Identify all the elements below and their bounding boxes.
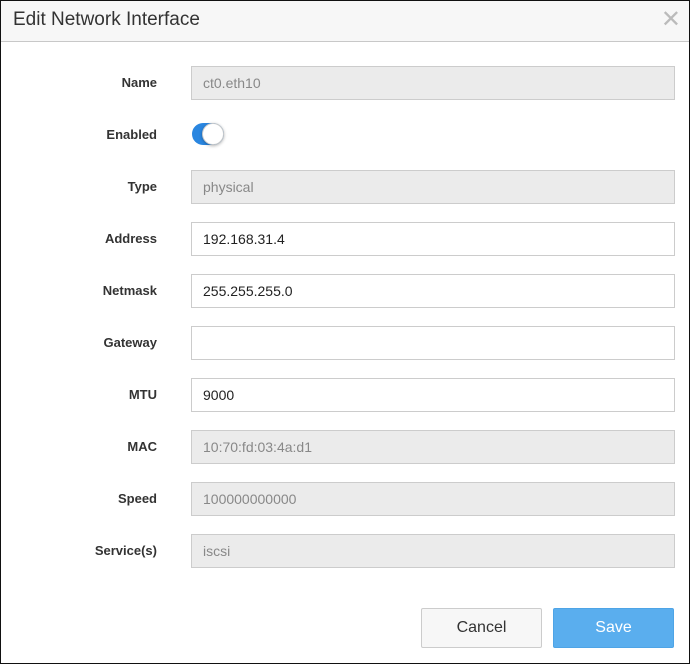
mtu-input[interactable] xyxy=(191,378,675,412)
type-row: Type physical xyxy=(1,170,689,204)
cancel-button[interactable]: Cancel xyxy=(421,608,542,648)
netmask-row: Netmask xyxy=(1,274,689,308)
mac-row: MAC 10:70:fd:03:4a:d1 xyxy=(1,430,689,464)
close-icon[interactable]: ✕ xyxy=(661,7,681,33)
gateway-label: Gateway xyxy=(103,335,157,350)
edit-network-interface-dialog: Edit Network Interface ✕ Name ct0.eth10 … xyxy=(0,0,690,664)
name-field: ct0.eth10 xyxy=(191,66,675,100)
mtu-label: MTU xyxy=(128,387,157,402)
speed-label: Speed xyxy=(117,491,157,506)
type-field: physical xyxy=(191,170,675,204)
toggle-knob xyxy=(202,123,224,145)
netmask-label: Netmask xyxy=(102,283,157,298)
address-row: Address xyxy=(1,222,689,256)
type-label: Type xyxy=(127,179,157,194)
services-row: Service(s) iscsi xyxy=(1,534,689,568)
gateway-input[interactable] xyxy=(191,326,675,360)
name-row: Name ct0.eth10 xyxy=(1,66,689,100)
gateway-row: Gateway xyxy=(1,326,689,360)
services-field: iscsi xyxy=(191,534,675,568)
save-button[interactable]: Save xyxy=(553,608,674,648)
address-label: Address xyxy=(104,231,157,246)
address-input[interactable] xyxy=(191,222,675,256)
enabled-toggle[interactable] xyxy=(192,123,224,145)
netmask-input[interactable] xyxy=(191,274,675,308)
name-label: Name xyxy=(121,75,157,90)
enabled-label: Enabled xyxy=(106,127,157,142)
mtu-row: MTU xyxy=(1,378,689,412)
enabled-row: Enabled xyxy=(1,118,689,152)
speed-field: 100000000000 xyxy=(191,482,675,516)
mac-label: MAC xyxy=(127,439,157,454)
services-label: Service(s) xyxy=(94,543,157,558)
dialog-title: Edit Network Interface xyxy=(13,9,200,30)
mac-field: 10:70:fd:03:4a:d1 xyxy=(191,430,675,464)
speed-row: Speed 100000000000 xyxy=(1,482,689,516)
dialog-header: Edit Network Interface ✕ xyxy=(1,1,689,42)
